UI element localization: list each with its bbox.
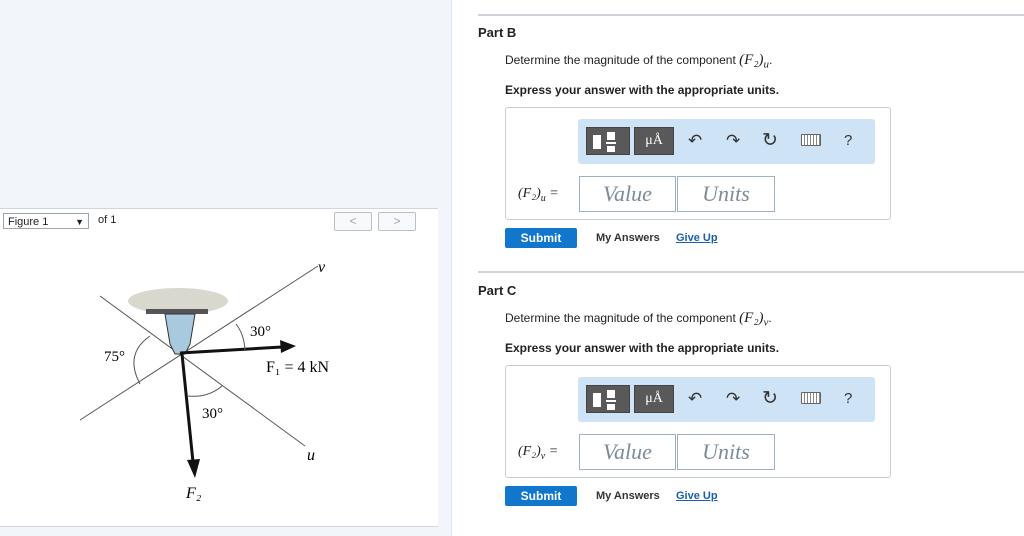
f1-arrow-line xyxy=(179,345,283,355)
part-c-instruction: Express your answer with the appropriate… xyxy=(505,341,780,355)
answer-label: (F₂)u = xyxy=(518,186,559,204)
reset-icon[interactable]: ↻ xyxy=(762,131,778,151)
redo-icon[interactable]: ↷ xyxy=(726,131,740,151)
answer-subscript: v xyxy=(540,450,546,462)
part-c-title: Part C xyxy=(478,283,517,298)
value-input[interactable]: Value xyxy=(579,434,676,470)
question-text: Determine the magnitude of the component xyxy=(505,53,736,67)
u-axis-label: u xyxy=(307,447,315,464)
value-input[interactable]: Value xyxy=(579,176,676,212)
redo-icon[interactable]: ↷ xyxy=(726,389,740,409)
my-answers-link[interactable]: My Answers xyxy=(596,232,660,244)
component-subscript: v xyxy=(763,316,769,329)
figure-select[interactable]: Figure 1 ▼ xyxy=(3,213,89,229)
part-divider xyxy=(478,14,1024,16)
answer-symbol: (F₂) xyxy=(518,186,541,201)
support-plate xyxy=(146,309,208,314)
help-button[interactable]: ? xyxy=(844,389,852,409)
angle-arc-top xyxy=(235,323,246,351)
undo-icon[interactable]: ↶ xyxy=(688,131,702,151)
part-divider xyxy=(478,271,1024,273)
next-figure-button[interactable]: > xyxy=(378,212,416,231)
answer-subscript: u xyxy=(540,192,546,204)
my-answers-link[interactable]: My Answers xyxy=(596,490,660,502)
figure-count: of 1 xyxy=(98,214,117,226)
v-axis-label: v xyxy=(318,259,326,276)
figure-toolbar: Figure 1 ▼ of 1 < > xyxy=(0,208,438,237)
keyboard-icon[interactable] xyxy=(801,134,821,146)
templates-button[interactable] xyxy=(586,127,630,155)
part-b-answer-box: μÅ ↶ ↷ ↻ ? (F₂)u = Value Units xyxy=(505,107,891,220)
help-button[interactable]: ? xyxy=(844,131,852,151)
component-symbol: (F₂) xyxy=(739,52,764,68)
submit-button[interactable]: Submit xyxy=(505,228,577,248)
figure-area: v u 30° 75° 30° F₁ = 4 kN F₂ xyxy=(0,236,438,527)
undo-icon[interactable]: ↶ xyxy=(688,389,702,409)
keyboard-icon[interactable] xyxy=(801,392,821,404)
give-up-link[interactable]: Give Up xyxy=(676,232,718,244)
angle-label-bottom: 30° xyxy=(202,406,223,422)
previous-figure-button[interactable]: < xyxy=(334,212,372,231)
part-b-title: Part B xyxy=(478,25,517,40)
component-symbol: (F₂) xyxy=(739,310,764,326)
templates-button[interactable] xyxy=(586,385,630,413)
f2-arrow-head xyxy=(187,459,200,478)
angle-label-top: 30° xyxy=(250,324,271,340)
answer-symbol: (F₂) xyxy=(518,444,541,459)
give-up-link[interactable]: Give Up xyxy=(676,490,718,502)
figure-select-label: Figure 1 xyxy=(8,216,49,228)
math-toolbar: μÅ ↶ ↷ ↻ ? xyxy=(578,119,875,164)
units-input[interactable]: Units xyxy=(677,434,775,470)
units-button[interactable]: μÅ xyxy=(634,127,674,155)
answer-label: (F₂)v = xyxy=(518,444,559,462)
part-b-instruction: Express your answer with the appropriate… xyxy=(505,83,780,97)
f1-arrow-head xyxy=(280,340,296,353)
part-c-answer-box: μÅ ↶ ↷ ↻ ? (F₂)v = Value Units xyxy=(505,365,891,478)
submit-button[interactable]: Submit xyxy=(505,486,577,506)
angle-arc-bottom xyxy=(187,385,223,397)
f2-label: F₂ xyxy=(185,485,202,502)
angle-label-left: 75° xyxy=(104,349,125,365)
units-button[interactable]: μÅ xyxy=(634,385,674,413)
f1-label: F₁ = 4 kN xyxy=(266,359,330,376)
math-toolbar: μÅ ↶ ↷ ↻ ? xyxy=(578,377,875,422)
part-b-question: Determine the magnitude of the component… xyxy=(505,52,773,71)
component-subscript: u xyxy=(763,58,770,71)
pane-divider[interactable] xyxy=(451,0,452,536)
question-text: Determine the magnitude of the component xyxy=(505,311,736,325)
force-diagram: v u 30° 75° 30° F₁ = 4 kN F₂ xyxy=(79,259,330,502)
chevron-down-icon: ▼ xyxy=(75,217,84,227)
units-input[interactable]: Units xyxy=(677,176,775,212)
part-c-question: Determine the magnitude of the component… xyxy=(505,310,772,329)
reset-icon[interactable]: ↻ xyxy=(762,389,778,409)
f2-arrow-line xyxy=(180,353,195,463)
